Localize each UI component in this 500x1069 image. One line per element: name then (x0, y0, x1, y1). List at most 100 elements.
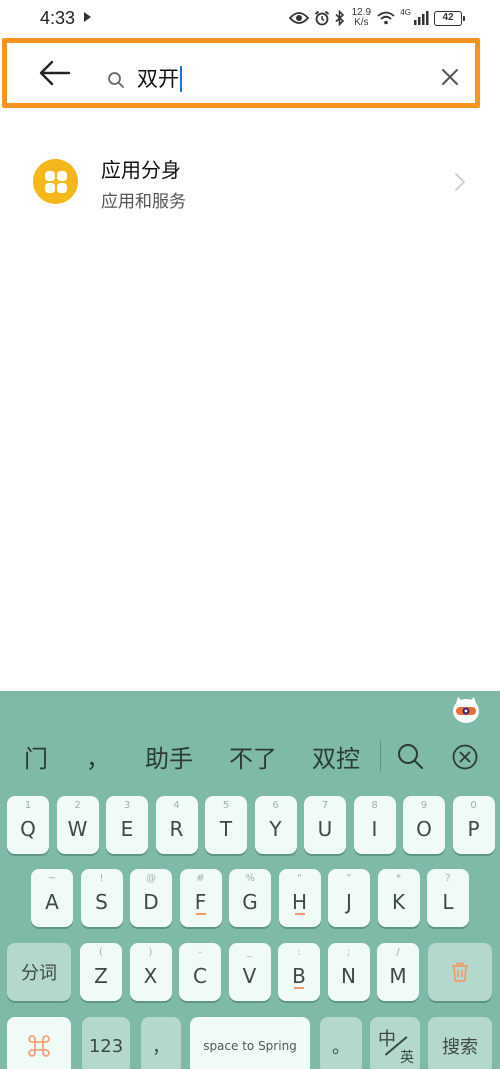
search-query: 双开 (137, 67, 179, 91)
key-label: Q (20, 817, 36, 841)
candidate-search-icon[interactable] (396, 742, 424, 770)
key-label: A (45, 890, 59, 914)
app-clone-icon (33, 159, 78, 204)
status-icons: 12.9 K/s 4G 42 (289, 7, 465, 29)
wifi-icon (377, 11, 395, 25)
key-g[interactable]: % G (229, 869, 271, 927)
status-bar: 4:33 12.9 K/s 4G 42 (0, 0, 500, 36)
period-key[interactable]: 。 (320, 1017, 362, 1069)
comma-key[interactable]: ， (141, 1017, 181, 1069)
key-label: T (219, 817, 233, 841)
play-icon (84, 12, 91, 22)
language-switch-key[interactable]: 中 英 (370, 1017, 420, 1069)
key-hint: % (245, 873, 255, 884)
candidate-divider (380, 741, 381, 771)
key-v[interactable]: _ V (228, 943, 271, 1001)
key-label: S (95, 890, 108, 914)
key-underline (294, 987, 304, 989)
key-label: P (467, 817, 480, 841)
key-hint: : (297, 947, 301, 958)
key-c[interactable]: -C (179, 943, 221, 1001)
key-label: M (389, 964, 407, 988)
key-b[interactable]: :B (278, 943, 320, 1001)
key-label: H (291, 890, 308, 914)
keyboard-mascot-icon[interactable] (452, 695, 480, 725)
key-f[interactable]: # F (179, 869, 222, 927)
key-label: K (391, 890, 406, 914)
key-hint: 3 (123, 800, 131, 811)
search-key[interactable]: 搜索 (428, 1017, 492, 1069)
key-label: O (416, 817, 432, 841)
battery-icon: 42 (434, 10, 465, 26)
key-t[interactable]: 5T (205, 796, 247, 854)
key-hint: ( (99, 947, 103, 958)
candidate-word[interactable]: 双控 (312, 739, 360, 774)
candidate-word[interactable]: ， (86, 739, 110, 774)
segment-key[interactable]: 分词 (7, 943, 71, 1001)
command-icon (28, 1035, 50, 1057)
key-w[interactable]: 2W (56, 796, 99, 854)
space-key[interactable]: space to Spring (190, 1017, 310, 1069)
network-type: 4G (400, 7, 411, 17)
key-label: D (143, 890, 159, 914)
alarm-icon (315, 10, 330, 26)
back-arrow-icon[interactable] (37, 58, 71, 88)
key-i[interactable]: 8I (353, 796, 396, 854)
key-n[interactable]: ; N (327, 943, 370, 1001)
result-subtitle: 应用和服务 (101, 192, 186, 212)
key-hint: # (196, 873, 205, 884)
key-hint: ~ (47, 873, 57, 884)
signal-icon (414, 11, 429, 25)
key-o[interactable]: 9O (403, 796, 445, 854)
key-label: I (371, 817, 378, 841)
key-hint: 9 (420, 800, 428, 811)
key-label: Z (94, 964, 108, 988)
key-q[interactable]: 1Q (7, 796, 49, 854)
key-m[interactable]: / M (377, 943, 419, 1001)
key-label: X (143, 964, 158, 988)
key-k[interactable]: * K (377, 869, 420, 927)
key-label: R (169, 817, 184, 841)
key-l[interactable]: ? L (427, 869, 469, 927)
key-label: L (442, 890, 454, 914)
key-label: W (67, 817, 88, 841)
key-x[interactable]: ) X (129, 943, 172, 1001)
key-hint: * (396, 873, 401, 884)
key-s[interactable]: ! S (80, 869, 123, 927)
key-hint: 6 (272, 800, 279, 811)
search-input[interactable]: 双开 (137, 61, 182, 97)
candidate-close-icon[interactable] (452, 744, 478, 770)
key-label: J (346, 890, 352, 914)
chevron-right-icon (455, 173, 465, 191)
candidate-word[interactable]: 助手 (145, 739, 193, 774)
text-caret (180, 66, 182, 92)
numbers-key[interactable]: 123 (82, 1017, 130, 1069)
key-underline (195, 913, 206, 915)
key-a[interactable]: ~ A (31, 869, 73, 927)
key-d[interactable]: @ D (130, 869, 172, 927)
key-u[interactable]: 7U (304, 796, 346, 854)
key-hint: ” (346, 873, 352, 884)
key-p[interactable]: 0P (452, 796, 495, 854)
candidate-word[interactable]: 不了 (229, 739, 277, 774)
key-y[interactable]: 6Y (254, 796, 297, 854)
key-h[interactable]: “H (278, 869, 321, 927)
candidate-word[interactable]: 门 (24, 739, 48, 774)
key-hint: 8 (371, 800, 378, 811)
key-e[interactable]: 3E (106, 796, 148, 854)
key-j[interactable]: ” J (328, 869, 370, 927)
key-hint: 7 (321, 800, 329, 811)
key-hint: 2 (74, 800, 81, 811)
key-z[interactable]: (Z (80, 943, 122, 1001)
clear-icon[interactable] (439, 66, 461, 88)
key-hint: ! (99, 873, 104, 884)
delete-key[interactable] (428, 943, 492, 1001)
command-key[interactable] (7, 1017, 71, 1069)
key-hint: 5 (222, 800, 230, 811)
key-label: V (242, 964, 257, 988)
search-result-item[interactable]: 应用分身 应用和服务 (0, 140, 500, 224)
key-hint: 4 (173, 800, 180, 811)
key-hint: 0 (470, 800, 477, 811)
key-r[interactable]: 4R (155, 796, 198, 854)
key-hint: “ (296, 873, 303, 884)
